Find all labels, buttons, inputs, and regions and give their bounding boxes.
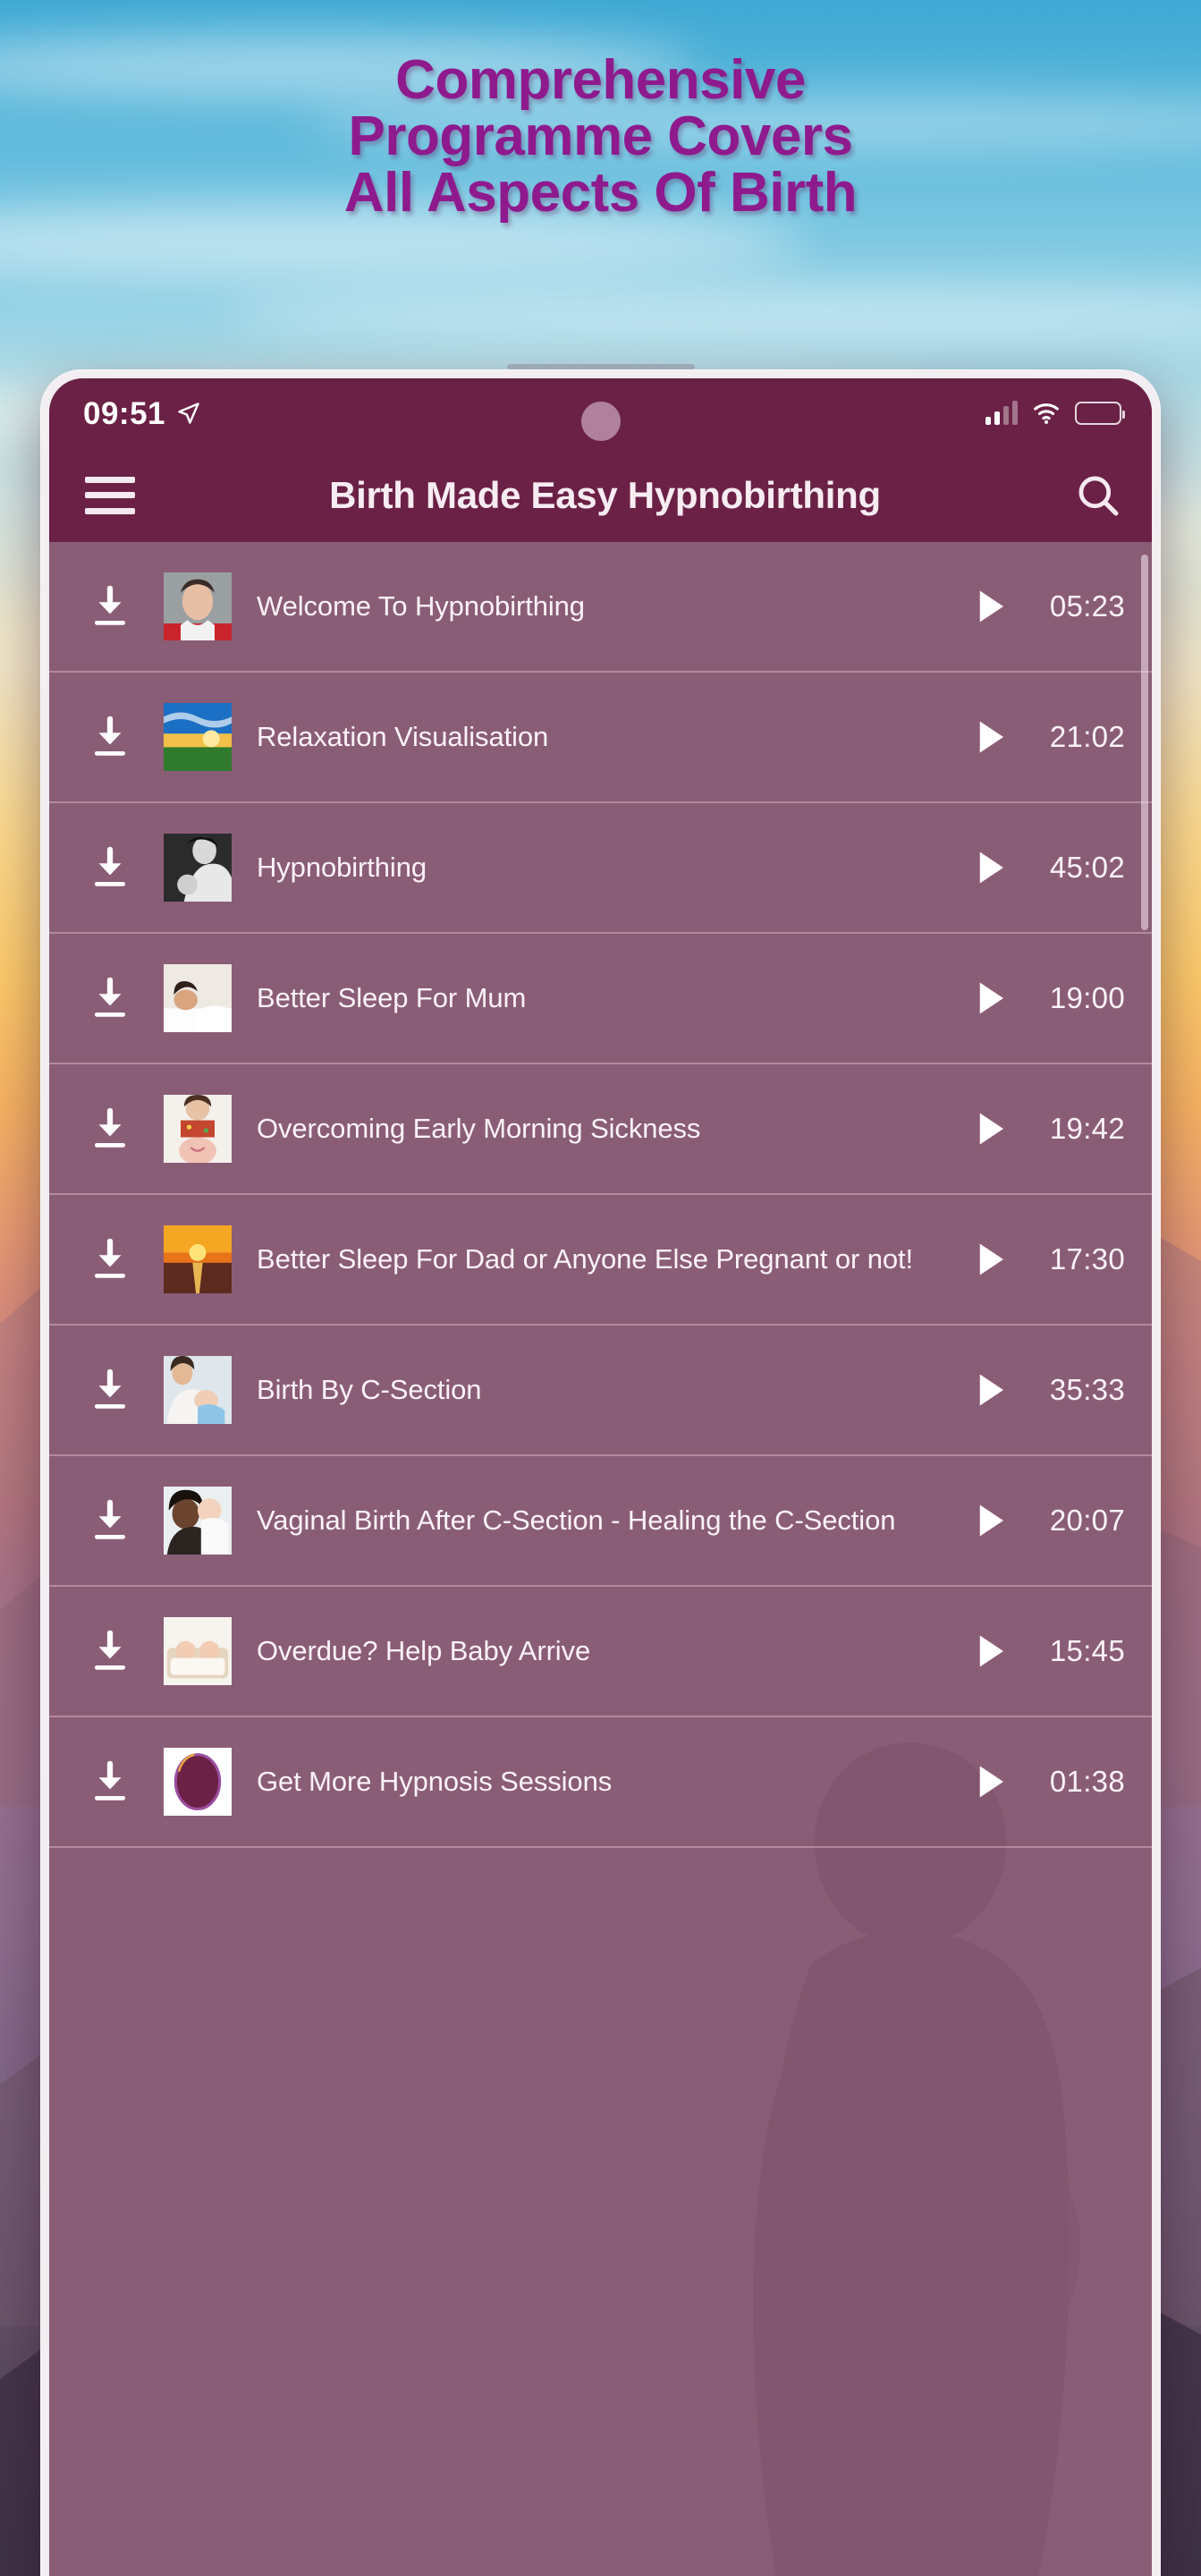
track-row[interactable]: Relaxation Visualisation 21:02	[49, 673, 1152, 803]
play-icon[interactable]	[975, 849, 1007, 886]
track-title: Get More Hypnosis Sessions	[257, 1766, 613, 1798]
play-icon[interactable]	[975, 1502, 1007, 1539]
track-row[interactable]: Better Sleep For Mum 19:00	[49, 934, 1152, 1064]
page-title: Birth Made Easy Hypnobirthing	[329, 473, 881, 516]
track-thumbnail	[164, 1487, 232, 1555]
track-duration: 19:00	[1049, 981, 1125, 1014]
battery-icon	[1075, 402, 1125, 425]
track-row[interactable]: Hypnobirthing 45:02	[49, 803, 1152, 934]
download-icon[interactable]	[90, 1106, 130, 1151]
track-title: Better Sleep For Dad or Anyone Else Preg…	[257, 1243, 914, 1275]
track-thumbnail	[164, 834, 232, 902]
status-bar-left: 09:51	[83, 398, 201, 429]
phone-speaker-slot	[506, 364, 695, 369]
track-duration: 45:02	[1049, 851, 1125, 884]
play-icon[interactable]	[975, 979, 1007, 1017]
search-icon[interactable]	[1075, 472, 1121, 519]
headline-line-3: All Aspects Of Birth	[343, 162, 858, 225]
track-duration: 15:45	[1049, 1634, 1125, 1667]
track-thumbnail	[164, 1356, 232, 1424]
download-icon[interactable]	[90, 976, 130, 1021]
hamburger-menu-icon[interactable]	[85, 476, 135, 514]
track-duration: 05:23	[1049, 589, 1125, 623]
play-icon[interactable]	[975, 718, 1007, 756]
promo-screenshot: Comprehensive Programme Covers All Aspec…	[0, 0, 1201, 2576]
cellular-signal-icon	[985, 401, 1018, 425]
play-icon[interactable]	[975, 1763, 1007, 1801]
track-thumbnail	[164, 1748, 232, 1816]
track-title: Overcoming Early Morning Sickness	[257, 1113, 701, 1145]
track-duration: 35:33	[1049, 1373, 1125, 1406]
download-icon[interactable]	[90, 1237, 130, 1282]
play-icon[interactable]	[975, 1371, 1007, 1409]
track-title: Birth By C-Section	[257, 1374, 482, 1406]
cloud-streak	[224, 286, 1201, 343]
track-duration: 17:30	[1049, 1242, 1125, 1275]
wifi-icon	[1034, 403, 1059, 424]
status-bar-right	[985, 401, 1125, 425]
track-thumbnail	[164, 1225, 232, 1293]
location-arrow-icon	[178, 402, 199, 424]
track-duration: 21:02	[1049, 720, 1125, 753]
track-title: Hypnobirthing	[257, 852, 427, 884]
track-title: Relaxation Visualisation	[257, 721, 549, 753]
track-thumbnail	[164, 572, 232, 640]
track-duration: 20:07	[1049, 1504, 1125, 1537]
track-row[interactable]: Overcoming Early Morning Sickness 19:42	[49, 1064, 1152, 1195]
download-icon[interactable]	[90, 1368, 130, 1412]
track-row[interactable]: Birth By C-Section 35:33	[49, 1326, 1152, 1456]
download-icon[interactable]	[90, 1629, 130, 1674]
track-list[interactable]: Welcome To Hypnobirthing 05:23 Relaxatio…	[49, 542, 1152, 2576]
download-icon[interactable]	[90, 584, 130, 629]
play-icon[interactable]	[975, 588, 1007, 625]
list-scrollbar[interactable]	[1141, 555, 1148, 930]
track-row[interactable]: Overdue? Help Baby Arrive 15:45	[49, 1587, 1152, 1717]
track-title: Welcome To Hypnobirthing	[257, 590, 585, 623]
download-icon[interactable]	[90, 715, 130, 759]
play-icon[interactable]	[975, 1241, 1007, 1278]
status-time: 09:51	[83, 395, 166, 431]
download-icon[interactable]	[90, 1759, 130, 1804]
track-thumbnail	[164, 703, 232, 771]
track-title: Better Sleep For Mum	[257, 982, 527, 1014]
phone-mockup: 09:51 Birth Made Easy Hypnobirthing Welc…	[40, 364, 1161, 2576]
app-bar: Birth Made Easy Hypnobirthing	[49, 448, 1152, 542]
phone-screen: 09:51 Birth Made Easy Hypnobirthing Welc…	[49, 378, 1152, 2576]
headline-line-2: Programme Covers	[348, 106, 853, 168]
track-title: Vaginal Birth After C-Section - Healing …	[257, 1504, 896, 1537]
track-thumbnail	[164, 964, 232, 1032]
track-row[interactable]: Get More Hypnosis Sessions 01:38	[49, 1717, 1152, 1848]
status-bar: 09:51	[49, 378, 1152, 448]
track-row[interactable]: Vaginal Birth After C-Section - Healing …	[49, 1456, 1152, 1587]
track-duration: 01:38	[1049, 1765, 1125, 1798]
headline-line-1: Comprehensive	[395, 49, 806, 111]
download-icon[interactable]	[90, 1498, 130, 1543]
camera-punch-hole	[580, 402, 621, 441]
track-title: Overdue? Help Baby Arrive	[257, 1635, 591, 1667]
track-row[interactable]: Welcome To Hypnobirthing 05:23	[49, 542, 1152, 673]
track-row[interactable]: Better Sleep For Dad or Anyone Else Preg…	[49, 1195, 1152, 1326]
track-thumbnail	[164, 1095, 232, 1163]
play-icon[interactable]	[975, 1110, 1007, 1148]
play-icon[interactable]	[975, 1632, 1007, 1670]
track-duration: 19:42	[1049, 1112, 1125, 1145]
download-icon[interactable]	[90, 845, 130, 890]
track-thumbnail	[164, 1617, 232, 1685]
promo-headline: Comprehensive Programme Covers All Aspec…	[0, 52, 1201, 222]
